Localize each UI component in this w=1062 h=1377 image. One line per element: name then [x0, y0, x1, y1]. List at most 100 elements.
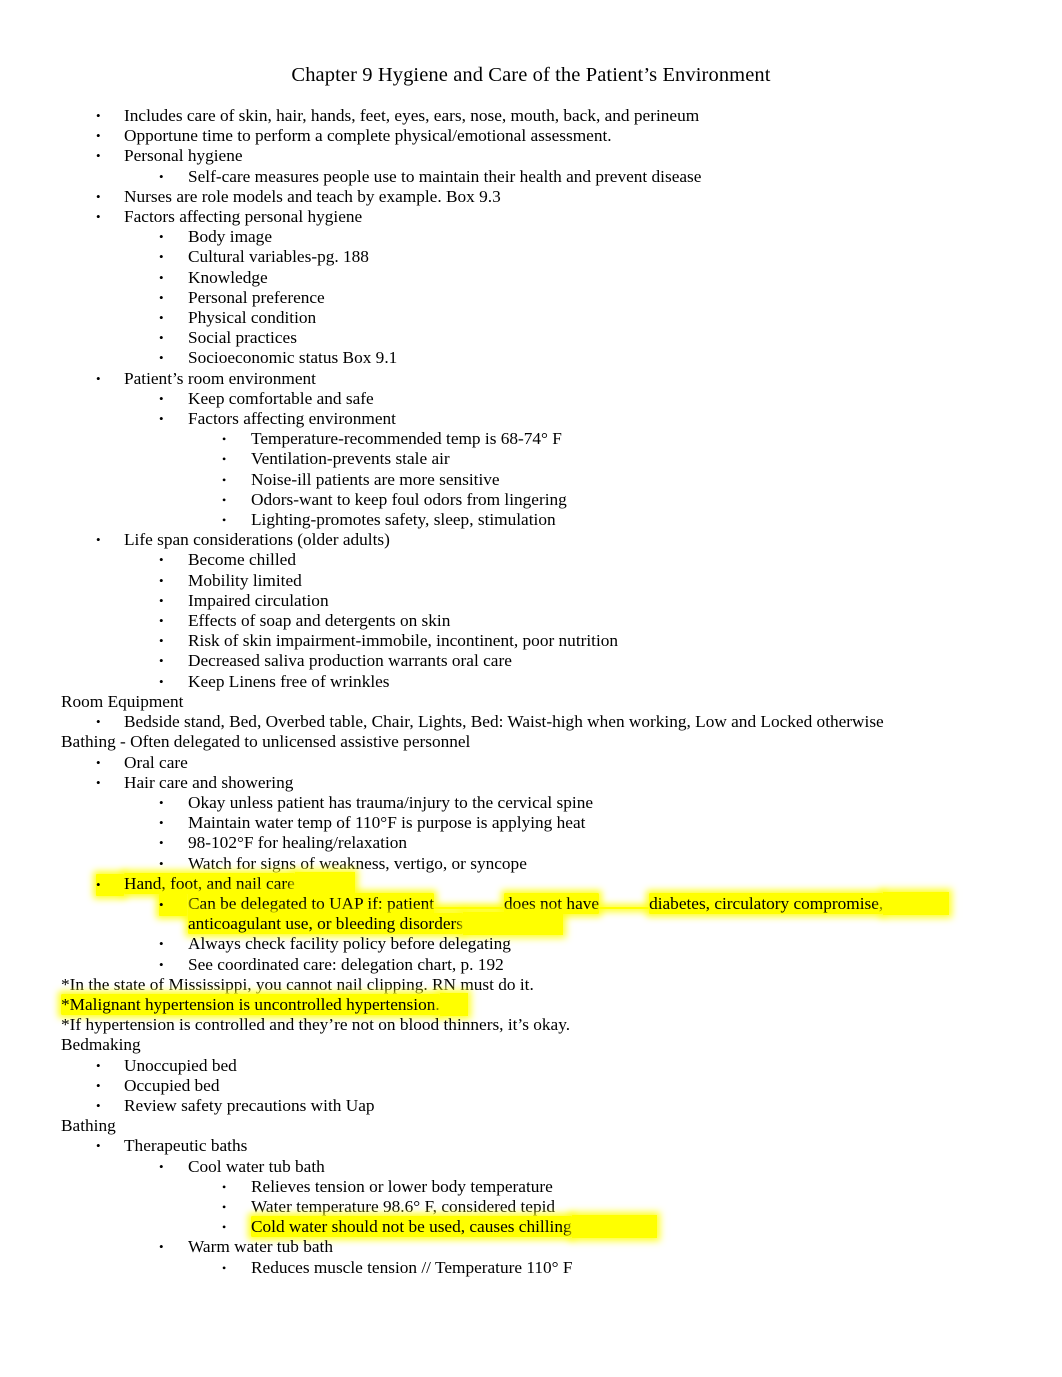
list-item-label: Opportune time to perform a complete phy…: [124, 126, 612, 146]
list-item-label: Become chilled: [188, 550, 296, 570]
list-item: • Impaired circulation: [159, 591, 1022, 611]
list-item: • Cool water tub bath: [159, 1157, 1022, 1177]
list-item-label: Self-care measures people use to maintai…: [188, 166, 702, 186]
list-item: • Bedside stand, Bed, Overbed table, Chai…: [96, 712, 1022, 732]
bullet-icon: •: [96, 370, 101, 386]
bullet-icon: •: [159, 249, 164, 265]
bullet-icon: •: [159, 310, 164, 326]
list-item-label: Physical condition: [188, 308, 317, 328]
list-item-label: Decreased saliva production warrants ora…: [188, 651, 512, 671]
list-item-label: Factors affecting personal hygiene: [124, 207, 363, 227]
bullet-icon: •: [159, 330, 164, 346]
bullet-icon: •: [96, 108, 101, 123]
bullet-icon: •: [159, 168, 164, 184]
list-item: • Occupied bed: [96, 1076, 1022, 1096]
bullet-icon: •: [96, 148, 101, 164]
bullet-icon: •: [96, 1077, 101, 1093]
bullet-icon: •: [159, 592, 164, 608]
list-item-label: Reduces muscle tension // Temperature 11…: [251, 1257, 573, 1277]
bullet-icon: •: [222, 1199, 227, 1214]
list-item-label: Social practices: [188, 328, 297, 348]
list-item: • Ventilation-prevents stale air: [222, 449, 1022, 469]
list-item-label: Maintain water temp of 110°F is purpose …: [188, 813, 586, 833]
list-item-label: Ventilation-prevents stale air: [251, 449, 450, 469]
list-item: • Self-care measures people use to mainta…: [159, 167, 1022, 187]
list-item-label: Cold water should not be used, causes ch…: [251, 1216, 572, 1238]
bullet-icon: •: [96, 873, 124, 896]
list-item-label: Temperature-recommended temp is 68-74° F: [251, 429, 562, 449]
list-item: • Always check facility policy before del…: [159, 934, 1022, 954]
bullet-icon: •: [159, 1239, 164, 1255]
note-mississippi: *In the state of Mississippi, you cannot…: [61, 974, 534, 994]
bullet-icon: •: [159, 815, 164, 831]
list-item: • Oral care: [96, 753, 1022, 773]
list-item-label: Body image: [188, 227, 272, 247]
bullet-icon: •: [222, 452, 227, 467]
list-item: • Therapeutic baths: [96, 1136, 1022, 1156]
list-item: • Water temperature 98.6° F, considered t…: [222, 1197, 1022, 1217]
list-item: • Become chilled: [159, 550, 1022, 570]
list-item-label: Bedside stand, Bed, Overbed table, Chair…: [124, 712, 884, 732]
list-item-label: Personal preference: [188, 287, 325, 307]
list-item-label: Okay unless patient has trauma/injury to…: [188, 792, 594, 812]
bullet-icon: •: [159, 794, 164, 810]
bullet-icon: •: [159, 572, 164, 588]
list-item: • Decreased saliva production warrants or…: [159, 651, 1022, 671]
list-item-label: Watch for signs of weakness, vertigo, or…: [188, 853, 527, 873]
bullet-icon: •: [222, 472, 227, 487]
list-item: • Body image: [159, 227, 1022, 247]
list-item: • Risk of skin impairment-immobile, incon…: [159, 631, 1022, 651]
document-body: • Includes care of skin, hair, hands, fee…: [0, 106, 1062, 1278]
note-malignant-hypertension: *Malignant hypertension is uncontrolled …: [61, 993, 1022, 1015]
list-item: • Warm water tub bath: [159, 1237, 1022, 1257]
list-item-label: See coordinated care: delegation chart, …: [188, 954, 504, 974]
note-controlled-hypertension: *If hypertension is controlled and they’…: [61, 1015, 571, 1035]
list-item: • See coordinated care: delegation chart,…: [159, 955, 1022, 975]
section-heading-room-equipment: Room Equipment: [61, 691, 184, 711]
section-heading-bedmaking: Bedmaking: [61, 1035, 141, 1055]
list-item-label-part-c: diabetes, circulatory compromise,: [649, 892, 884, 914]
list-item-label: Hand, foot, and nail care: [124, 872, 295, 894]
bullet-icon: •: [159, 269, 164, 285]
list-item-label: Review safety precautions with Uap: [124, 1095, 375, 1115]
list-item: • Knowledge: [159, 268, 1022, 288]
page-title: Chapter 9 Hygiene and Care of the Patien…: [291, 64, 771, 86]
bullet-icon: •: [159, 552, 164, 568]
list-item-label: Therapeutic baths: [124, 1136, 248, 1156]
list-item-label: Personal hygiene: [124, 146, 243, 166]
list-item-label: Relieves tension or lower body temperatu…: [251, 1176, 553, 1196]
list-item-label: Lighting-promotes safety, sleep, stimula…: [251, 510, 556, 530]
list-item: • Cultural variables-pg. 188: [159, 247, 1022, 267]
list-item: • Noise-ill patients are more sensitive: [222, 470, 1022, 490]
bullet-icon: •: [222, 1179, 227, 1194]
list-item-label: Cultural variables-pg. 188: [188, 247, 369, 267]
list-item-label-wrap: anticoagulant use, or bleeding disorders: [188, 913, 463, 935]
section-heading-bathing-delegation: Bathing - Often delegated to unlicensed …: [61, 732, 471, 752]
list-item-label: 98-102°F for healing/relaxation: [188, 833, 408, 853]
bullet-icon: •: [159, 613, 164, 629]
list-item: • Keep comfortable and safe: [159, 389, 1022, 409]
bullet-icon: •: [159, 673, 164, 689]
note-text: *Malignant hypertension is uncontrolled …: [61, 993, 440, 1015]
list-item-wrap-highlighted: anticoagulant use, or bleeding disorders: [159, 913, 1022, 935]
list-item: • Personal preference: [159, 288, 1022, 308]
bullet-icon: •: [159, 390, 164, 406]
list-item: • Social practices: [159, 328, 1022, 348]
list-item-label: Noise-ill patients are more sensitive: [251, 469, 500, 489]
list-item: • Relieves tension or lower body temperat…: [222, 1177, 1022, 1197]
list-item: • Temperature-recommended temp is 68-74° …: [222, 429, 1022, 449]
list-item: • Hair care and showering: [96, 773, 1022, 793]
list-item: • Review safety precautions with Uap: [96, 1096, 1022, 1116]
bullet-icon: •: [159, 936, 164, 952]
list-item: • Mobility limited: [159, 571, 1022, 591]
list-item: • Unoccupied bed: [96, 1056, 1022, 1076]
bullet-icon: •: [96, 128, 101, 144]
bullet-icon: •: [159, 633, 164, 649]
list-item-label: Warm water tub bath: [188, 1237, 333, 1257]
list-item-label: Oral care: [124, 752, 188, 772]
list-item-label: Knowledge: [188, 267, 268, 287]
bullet-icon: •: [159, 855, 164, 871]
list-item-label: Always check facility policy before dele…: [188, 934, 511, 954]
list-item-label: Hair care and showering: [124, 772, 294, 792]
list-item: • Patient’s room environment: [96, 369, 1022, 389]
